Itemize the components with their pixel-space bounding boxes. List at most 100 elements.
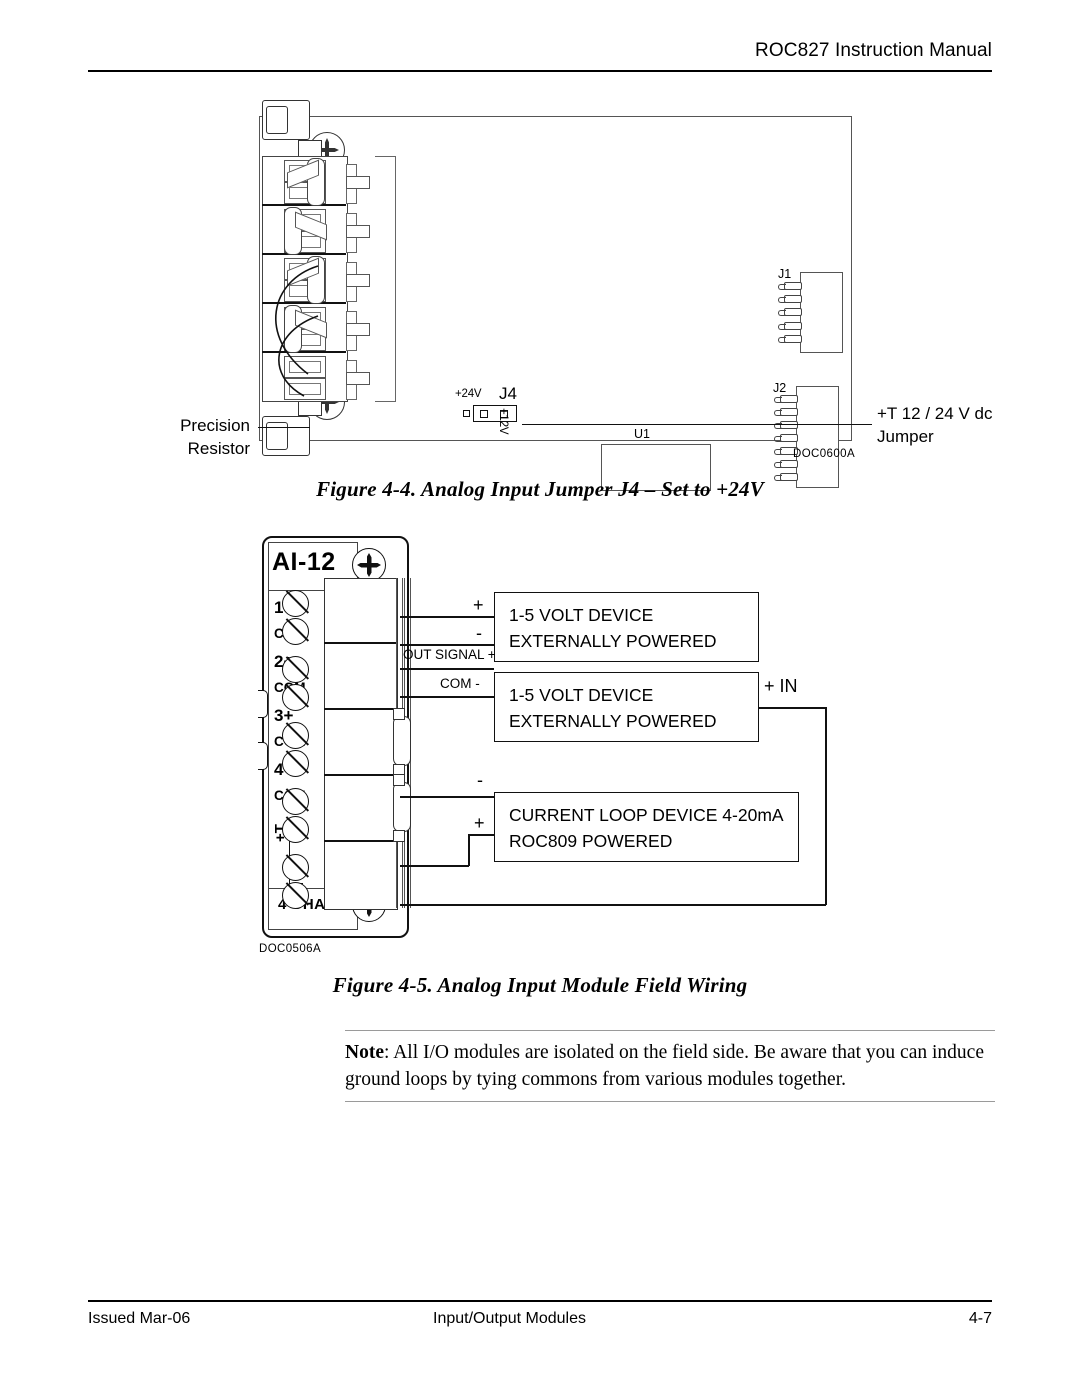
screw-terminal[interactable] <box>282 750 309 777</box>
footer-rule <box>88 1300 992 1302</box>
screw-terminal[interactable] <box>282 882 309 909</box>
footer-section-title: Input/Output Modules <box>433 1310 586 1327</box>
jumper-j4[interactable]: +24V J4 +12V <box>455 384 565 436</box>
terminal-socket <box>346 286 357 302</box>
terminal-backplane <box>375 156 396 402</box>
screw-terminal[interactable] <box>282 722 309 749</box>
terminal-socket <box>346 384 357 400</box>
wire-device3-plus-lower <box>400 865 469 867</box>
connector-j1-pin <box>778 282 802 290</box>
screw-terminal[interactable] <box>282 816 309 843</box>
footer-issued-date: Issued Mar-06 <box>88 1310 191 1327</box>
device-box-1: 1-5 VOLT DEVICE EXTERNALLY POWERED <box>494 592 759 662</box>
channel-jumper-resistor <box>393 716 411 766</box>
connector-j2-pin <box>774 395 798 403</box>
note-text: Note: All I/O modules are isolated on th… <box>345 1031 995 1101</box>
connector-j1-pin <box>778 335 802 343</box>
terminal-group-divider <box>324 708 396 710</box>
header-rule <box>88 70 992 72</box>
pcb-top-ear-inner <box>266 106 288 134</box>
analog-input-module: AI-12 4 CHAN 1+ COM 2+ COM 3+ COM 4+ COM… <box>256 530 411 940</box>
channel-jumper-resistor <box>393 782 411 832</box>
connector-j1-label: J1 <box>778 267 792 281</box>
jumper-j4-pin-1 <box>480 410 488 418</box>
device-box-3-line2: ROC809 POWERED <box>509 831 673 851</box>
module-screw-top-icon <box>352 548 386 582</box>
device-box-2: 1-5 VOLT DEVICE EXTERNALLY POWERED <box>494 672 759 742</box>
terminal-socket <box>346 335 357 351</box>
terminal-strip <box>324 578 398 910</box>
device-3-minus-label: - <box>477 770 483 790</box>
connector-j1-pin <box>778 322 802 330</box>
chip-u1-label: U1 <box>634 427 650 441</box>
wire-device3-plus-upper <box>468 834 494 836</box>
wire-device1-plus <box>400 616 494 618</box>
board-pin <box>346 225 370 238</box>
module-latch-notch <box>258 742 268 770</box>
board-pin <box>346 372 370 385</box>
terminal-group-divider <box>324 774 396 776</box>
connector-j2-body <box>796 386 839 488</box>
jumper-j4-12v-label: +12V <box>497 408 509 435</box>
module-latch-notch <box>258 690 268 718</box>
loop-input-label: + IN <box>764 676 798 696</box>
precision-resistor-leader-curve <box>275 265 319 397</box>
jumper-callout-leader <box>522 424 872 425</box>
figure-4-4: Precision Resistor +24V J4 +12V U1 J1 J2… <box>0 96 1080 491</box>
device-2-plus-label: OUT SIGNAL + <box>403 647 496 662</box>
device-box-2-line1: 1-5 VOLT DEVICE <box>509 685 654 705</box>
screw-terminal[interactable] <box>282 590 309 617</box>
manual-title: ROC827 Instruction Manual <box>755 40 992 61</box>
connector-j1-pin <box>778 308 802 316</box>
figure-4-5: AI-12 4 CHAN 1+ COM 2+ COM 3+ COM 4+ COM… <box>0 530 1080 960</box>
figure-4-4-caption: Figure 4-4. Analog Input Jumper J4 – Set… <box>316 477 764 501</box>
device-box-2-line2: EXTERNALLY POWERED <box>509 711 717 731</box>
jumper-j4-shunt[interactable] <box>473 405 517 422</box>
connector-j2-pin <box>774 434 798 442</box>
wire-device3-minus <box>400 796 494 798</box>
screw-terminal[interactable] <box>282 618 309 645</box>
device-1-minus-label: - <box>476 623 482 643</box>
connector-j2-label: J2 <box>773 381 787 395</box>
screw-terminal[interactable] <box>282 788 309 815</box>
wire-loop-bottom <box>400 904 826 906</box>
connector-j2-pin <box>774 421 798 429</box>
board-pin <box>346 274 370 287</box>
device-box-1-line1: 1-5 VOLT DEVICE <box>509 605 654 625</box>
note-block: Note: All I/O modules are isolated on th… <box>345 1030 995 1102</box>
board-pin <box>346 176 370 189</box>
note-body-text: : All I/O modules are isolated on the fi… <box>345 1042 984 1090</box>
note-rule-bottom <box>345 1101 995 1102</box>
jumper-callout-line1: +T 12 / 24 V dc <box>877 404 993 423</box>
jumper-j4-name-label: J4 <box>499 384 517 403</box>
note-label: Note <box>345 1042 384 1063</box>
wire-device2-minus <box>400 696 494 698</box>
jumper-j4-24v-label: +24V <box>455 388 482 400</box>
device-2-minus-label: COM - <box>440 676 480 691</box>
page-footer: Issued Mar-06 Input/Output Modules 4-7 <box>88 1300 992 1340</box>
device-3-plus-label: + <box>474 813 485 833</box>
screw-terminal[interactable] <box>282 684 309 711</box>
screw-terminal[interactable] <box>282 656 309 683</box>
board-pin <box>346 323 370 336</box>
figure-4-4-doc-id: DOC0600A <box>793 448 856 460</box>
jumper-callout-line2: Jumper <box>877 427 934 446</box>
jumper-callout: +T 12 / 24 V dc Jumper <box>877 402 992 448</box>
terminal-divider <box>262 253 346 255</box>
connector-j1-body <box>800 272 843 353</box>
page-header: ROC827 Instruction Manual <box>88 40 992 74</box>
device-box-3-line1: CURRENT LOOP DEVICE 4-20mA <box>509 805 784 825</box>
screw-terminal[interactable] <box>282 854 309 881</box>
terminal-group-divider <box>324 642 396 644</box>
connector-j2-pin <box>774 460 798 468</box>
wire-loop-top <box>759 707 826 709</box>
figure-4-5-caption: Figure 4-5. Analog Input Module Field Wi… <box>332 973 748 997</box>
device-box-3: CURRENT LOOP DEVICE 4-20mA ROC809 POWERE… <box>494 792 799 862</box>
wire-device3-plus-drop <box>468 834 470 866</box>
wire-device1-minus <box>400 644 494 646</box>
device-box-1-line2: EXTERNALLY POWERED <box>509 631 717 651</box>
channel-jumper-clip <box>393 774 405 786</box>
terminal-group-divider <box>324 840 396 842</box>
terminal-divider <box>262 204 346 206</box>
precision-resistor-callout-line2: Resistor <box>187 439 250 458</box>
